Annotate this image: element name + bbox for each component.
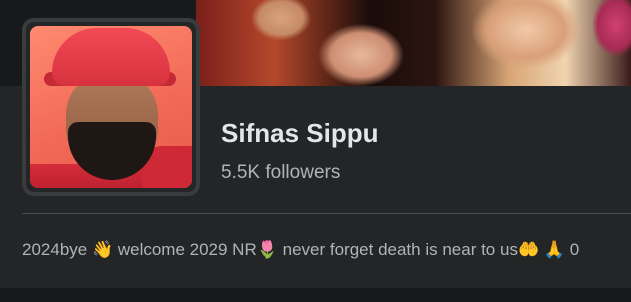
profile-bio: 2024bye 👋 welcome 2029 NR🌷 never forget … — [22, 240, 580, 259]
followers-count[interactable]: 5.5K followers — [221, 162, 340, 184]
bottom-strip — [0, 288, 631, 302]
divider — [22, 213, 631, 214]
avatar-cap — [52, 28, 170, 86]
cover-photo[interactable] — [196, 0, 631, 86]
profile-avatar-frame[interactable] — [22, 18, 200, 196]
profile-name[interactable]: Sifnas Sippu — [221, 118, 378, 149]
profile-avatar[interactable] — [30, 26, 192, 188]
